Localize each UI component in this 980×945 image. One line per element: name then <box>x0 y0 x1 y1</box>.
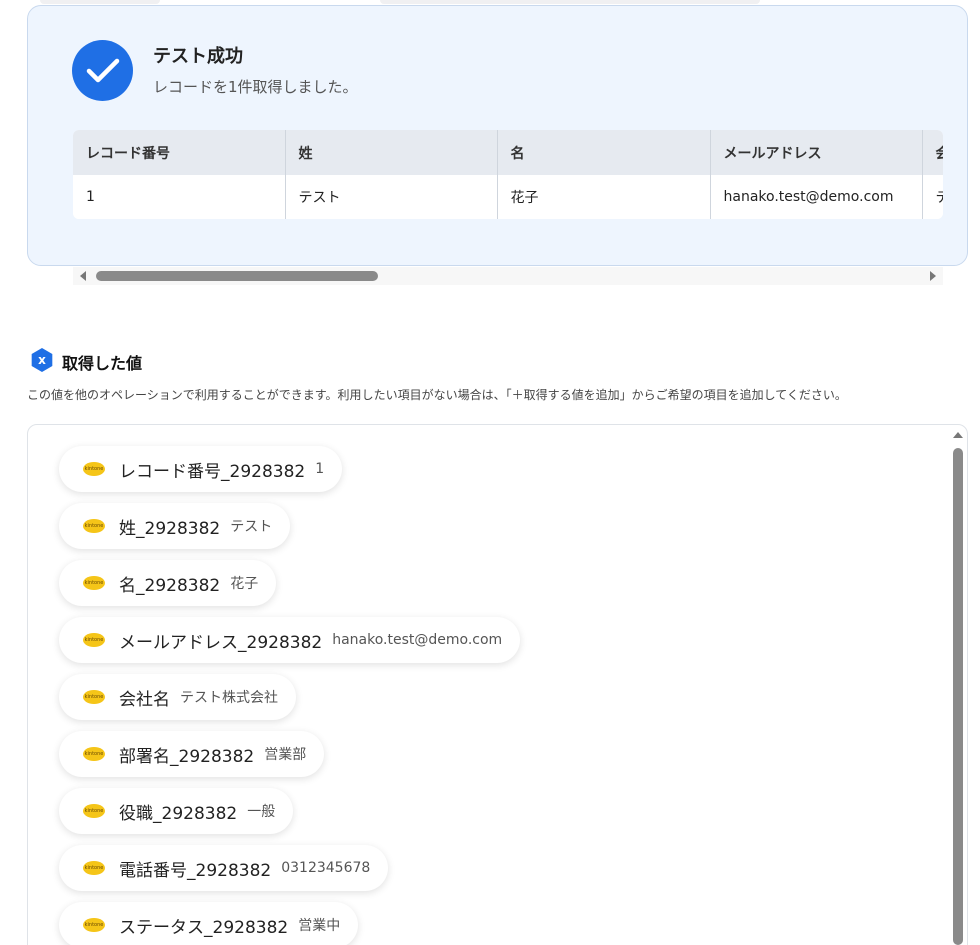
value-pill[interactable]: kintone 電話番号_2928382 0312345678 <box>59 845 389 891</box>
section-icon-glyph: x <box>38 353 46 367</box>
kintone-logo-icon: kintone <box>83 576 105 590</box>
column-header: レコード番号 <box>73 130 286 175</box>
column-header: 名 <box>497 130 711 175</box>
kintone-logo-icon: kintone <box>83 633 105 647</box>
kintone-logo-icon: kintone <box>83 918 105 932</box>
success-title: テスト成功 <box>153 46 243 67</box>
top-shadow-left <box>40 0 160 4</box>
value-text: 一般 <box>247 804 276 820</box>
value-name: 会社名 <box>119 689 170 710</box>
value-name: 名_2928382 <box>119 575 221 596</box>
value-pill[interactable]: kintone 名_2928382 花子 <box>59 560 277 606</box>
value-pill[interactable]: kintone ステータス_2928382 営業中 <box>59 902 359 945</box>
value-pill[interactable]: kintone 会社名 テスト株式会社 <box>59 674 296 720</box>
table-cell: テ <box>922 175 943 219</box>
kintone-logo-icon: kintone <box>83 804 105 818</box>
hexagon-x-icon: x <box>31 348 53 372</box>
vertical-scrollbar[interactable] <box>950 428 966 945</box>
table-cell: hanako.test@demo.com <box>710 175 923 219</box>
value-name: 部署名_2928382 <box>119 746 255 767</box>
value-name: 役職_2928382 <box>119 803 238 824</box>
check-icon <box>72 40 133 101</box>
kintone-logo-icon: kintone <box>83 861 105 875</box>
table-row: 1 テスト 花子 hanako.test@demo.com テ <box>73 175 943 219</box>
value-text: 営業中 <box>298 918 341 934</box>
value-name: メールアドレス_2928382 <box>119 632 323 653</box>
column-header: 姓 <box>285 130 498 175</box>
table-cell: 花子 <box>497 175 711 219</box>
value-text: テスト <box>230 519 273 535</box>
kintone-logo-icon: kintone <box>83 462 105 476</box>
value-name: 電話番号_2928382 <box>119 860 272 881</box>
section-title: 取得した値 <box>62 354 143 373</box>
section-description: この値を他のオペレーションで利用することができます。利用したい項目がない場合は、… <box>27 388 847 402</box>
value-text: 1 <box>315 461 325 477</box>
value-text: 営業部 <box>264 747 307 763</box>
value-pill[interactable]: kintone 役職_2928382 一般 <box>59 788 294 834</box>
value-pill[interactable]: kintone レコード番号_2928382 1 <box>59 446 343 492</box>
value-text: 花子 <box>230 576 259 592</box>
vertical-scroll-thumb[interactable] <box>953 448 963 945</box>
retrieved-values-panel: kintone レコード番号_2928382 1 kintone 姓_29283… <box>27 424 968 945</box>
scroll-up-icon[interactable] <box>953 432 963 438</box>
table-cell: テスト <box>285 175 498 219</box>
success-subtitle: レコードを1件取得しました。 <box>153 78 358 96</box>
column-header: メールアドレス <box>710 130 923 175</box>
kintone-logo-icon: kintone <box>83 519 105 533</box>
kintone-logo-icon: kintone <box>83 690 105 704</box>
value-pill[interactable]: kintone メールアドレス_2928382 hanako.test@demo… <box>59 617 521 663</box>
table-header-row: レコード番号 姓 名 メールアドレス 会 <box>73 130 943 175</box>
value-text: 0312345678 <box>281 860 371 876</box>
value-name: レコード番号_2928382 <box>119 461 306 482</box>
horizontal-scrollbar[interactable] <box>73 267 943 285</box>
top-shadow-center <box>380 0 760 4</box>
value-pill[interactable]: kintone 部署名_2928382 営業部 <box>59 731 325 777</box>
result-table: レコード番号 姓 名 メールアドレス 会 1 テスト 花子 hanako.tes… <box>73 130 943 219</box>
result-table-container: レコード番号 姓 名 メールアドレス 会 1 テスト 花子 hanako.tes… <box>73 130 943 219</box>
column-header: 会 <box>922 130 943 175</box>
horizontal-scroll-thumb[interactable] <box>96 271 378 281</box>
value-text: hanako.test@demo.com <box>332 632 503 648</box>
kintone-logo-icon: kintone <box>83 747 105 761</box>
scroll-left-icon[interactable] <box>80 271 86 281</box>
scroll-right-icon[interactable] <box>930 271 936 281</box>
value-text: テスト株式会社 <box>180 690 278 706</box>
value-name: 姓_2928382 <box>119 518 221 539</box>
value-name: ステータス_2928382 <box>119 917 289 938</box>
table-cell: 1 <box>73 175 286 219</box>
value-pill[interactable]: kintone 姓_2928382 テスト <box>59 503 291 549</box>
